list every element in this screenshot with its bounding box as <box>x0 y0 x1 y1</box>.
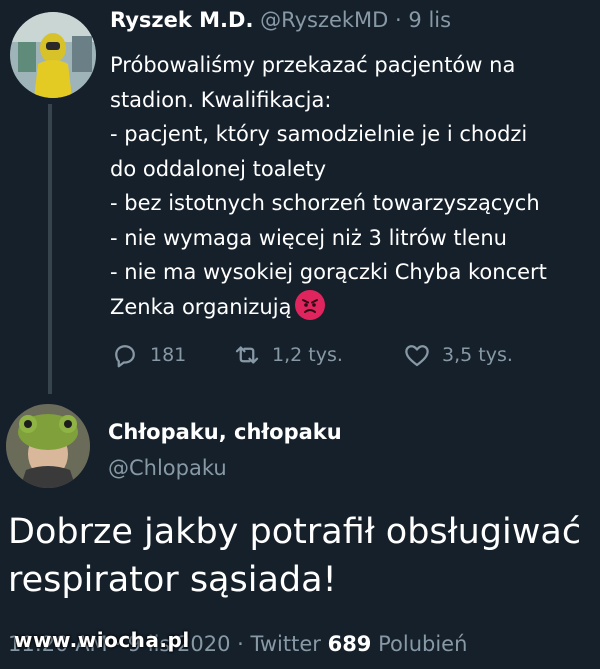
tweet1-separator: · <box>395 8 402 32</box>
retweet-button[interactable]: 1,2 tys. <box>232 340 343 370</box>
watermark: www.wiocha.pl <box>14 628 190 652</box>
tweet1-line-last: Zenka organizują <box>110 289 590 325</box>
tweet1-line: - nie wymaga więcej niż 3 litrów tlenu <box>110 225 507 250</box>
tweet2-handle[interactable]: @Chlopaku <box>108 456 227 480</box>
tweet1-line: Zenka organizują <box>110 294 292 319</box>
tweet2-text: Dobrze jakby potrafił obsługiwać respira… <box>8 508 598 604</box>
tweet1-actions: 181 1,2 tys. 3,5 tys. <box>110 340 580 374</box>
like-button[interactable]: 3,5 tys. <box>402 340 513 370</box>
avatar-ryszek[interactable] <box>10 12 96 98</box>
tweet2-line: respirator sąsiada! <box>8 560 337 600</box>
like-count: 3,5 tys. <box>442 344 513 366</box>
heart-icon <box>405 345 429 367</box>
tweet1-author-name[interactable]: Ryszek M.D. <box>110 8 253 32</box>
thread-line <box>48 104 52 394</box>
tweet1-line: - nie ma wysokiej gorączki Chyba koncert <box>110 260 547 284</box>
avatar-chlopaku[interactable] <box>6 404 90 488</box>
angry-face-emoji-icon <box>295 289 326 320</box>
tweet1-handle[interactable]: @RyszekMD <box>260 8 388 32</box>
tweet1-line: - pacjent, który samodzielnie je i chodz… <box>110 122 528 146</box>
tweet1-line: Próbowaliśmy przekazać pacjentów na <box>110 53 516 77</box>
tweet2-line: Dobrze jakby potrafił obsługiwać <box>8 512 582 552</box>
tweet1-header: Ryszek M.D. @RyszekMD · 9 lis <box>110 8 451 32</box>
tweet2-author-name[interactable]: Chłopaku, chłopaku <box>108 420 342 444</box>
avatar-image <box>10 12 96 98</box>
tweet2-likes-count[interactable]: 689 <box>328 632 372 656</box>
tweet1-line: - bez istotnych schorzeń towarzyszących <box>110 191 540 215</box>
retweet-count: 1,2 tys. <box>272 344 343 366</box>
tweet1-text: Próbowaliśmy przekazać pacjentów na stad… <box>110 48 590 324</box>
reply-icon <box>115 345 135 368</box>
retweet-icon <box>235 346 259 364</box>
tweet1-line: do oddalonej toalety <box>110 156 327 181</box>
tweet1-date[interactable]: 9 lis <box>408 8 451 32</box>
tweet1-line: stadion. Kwalifikacja: <box>110 87 332 112</box>
avatar-image <box>6 404 90 488</box>
reply-button[interactable]: 181 <box>110 340 186 370</box>
tweet2-likes-label[interactable]: Polubień <box>378 632 467 656</box>
reply-count: 181 <box>150 344 187 366</box>
